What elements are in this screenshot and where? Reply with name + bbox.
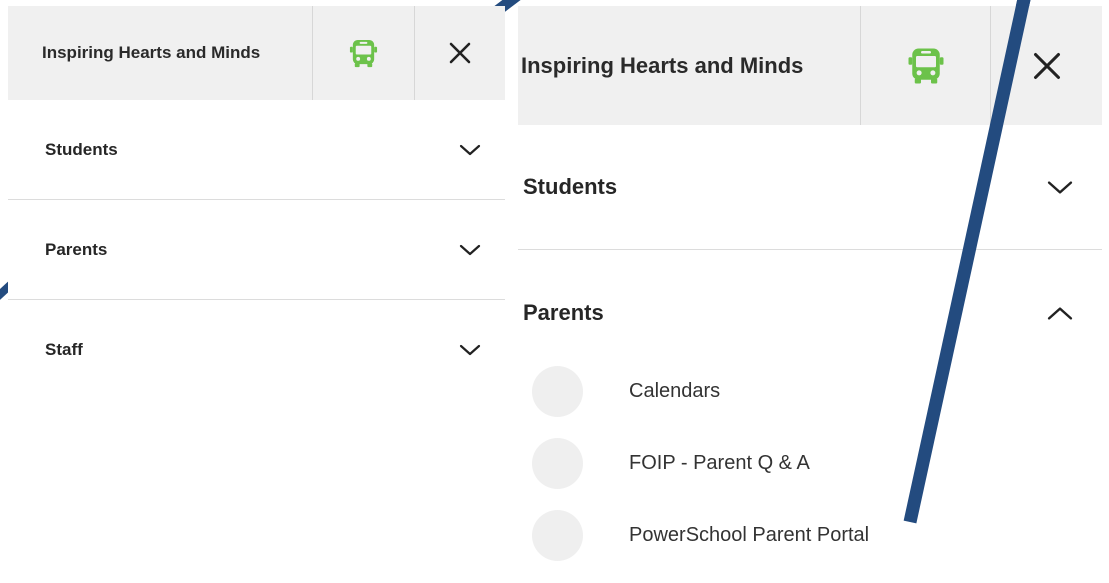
menu-item-students[interactable]: Students [518, 125, 1102, 250]
school-bus-icon [348, 38, 379, 69]
menu-item-parents[interactable]: Parents [518, 250, 1102, 376]
menu-item-label: Parents [45, 239, 108, 259]
submenu-bullet [532, 509, 583, 561]
submenu-bullet [532, 365, 583, 417]
menu-item-parents[interactable]: Parents [8, 200, 505, 300]
close-icon [449, 42, 471, 64]
submenu-item-label: PowerSchool Parent Portal [629, 523, 870, 546]
menu-panel-collapsed: Inspiring Hearts and Minds Students Pare… [8, 6, 505, 398]
menu-item-students[interactable]: Students [8, 100, 505, 200]
submenu-item-foip[interactable]: FOIP - Parent Q & A [532, 437, 810, 489]
chevron-up-icon[interactable] [1046, 305, 1074, 322]
chevron-down-icon[interactable] [1046, 179, 1074, 196]
close-icon [1033, 52, 1061, 80]
bus-button[interactable] [860, 6, 990, 125]
bus-button[interactable] [312, 6, 414, 100]
submenu-item-calendars[interactable]: Calendars [532, 365, 720, 417]
menu-item-label: Parents [523, 300, 604, 325]
submenu-bullet [532, 437, 583, 489]
site-title: Inspiring Hearts and Minds [521, 52, 804, 78]
chevron-down-icon[interactable] [459, 143, 481, 157]
menu-header: Inspiring Hearts and Minds [8, 6, 505, 100]
menu-item-label: Staff [45, 340, 83, 359]
menu-header: Inspiring Hearts and Minds [518, 6, 1102, 125]
submenu-item-label: Calendars [629, 379, 721, 402]
menu-item-staff[interactable]: Staff [8, 300, 505, 398]
menu-item-label: Students [523, 174, 618, 199]
close-button[interactable] [414, 6, 505, 100]
site-title: Inspiring Hearts and Minds [42, 43, 261, 62]
menu-panel-expanded: Inspiring Hearts and Minds Students Pare… [518, 6, 1102, 583]
submenu-item-powerschool[interactable]: PowerSchool Parent Portal [532, 509, 869, 561]
menu-item-label: Students [45, 139, 118, 159]
chevron-down-icon[interactable] [459, 243, 481, 257]
close-button[interactable] [990, 6, 1102, 125]
submenu-item-label: FOIP - Parent Q & A [629, 451, 810, 474]
chevron-down-icon[interactable] [459, 343, 481, 357]
school-bus-icon [906, 46, 946, 86]
